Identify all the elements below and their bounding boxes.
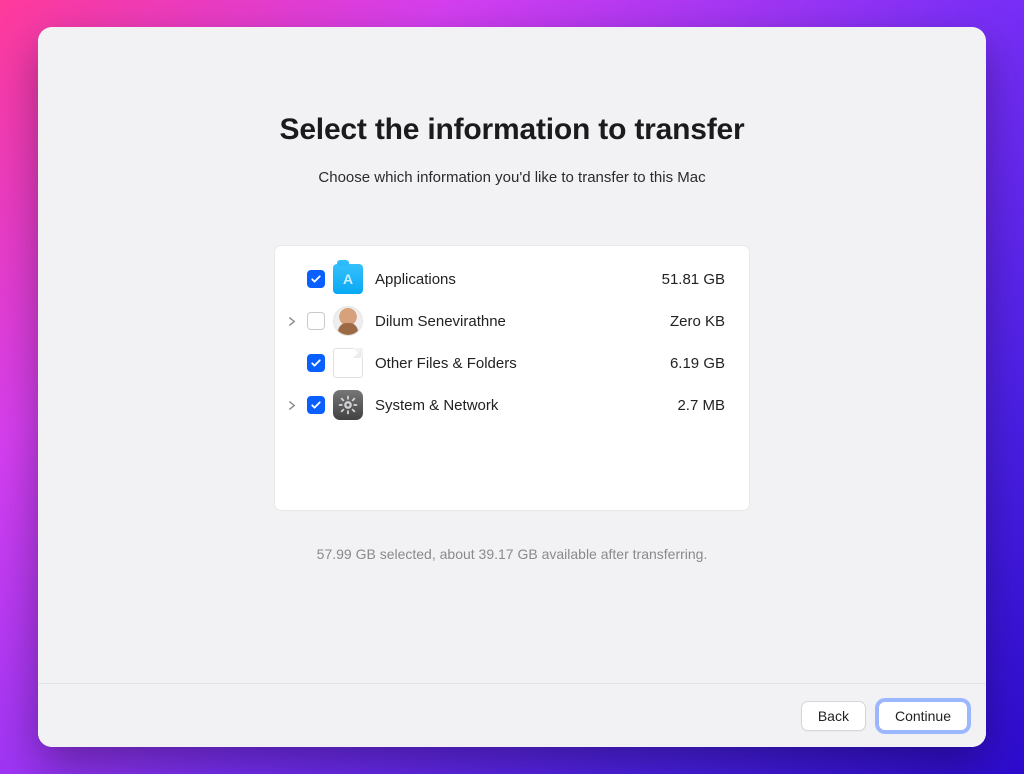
selection-summary: 57.99 GB selected, about 39.17 GB availa… (317, 546, 708, 562)
apps-folder-icon: A (333, 264, 363, 294)
item-size: 6.19 GB (670, 355, 725, 372)
window-content: Select the information to transfer Choos… (38, 27, 986, 683)
system-prefs-icon (333, 390, 363, 420)
transfer-item-row[interactable]: Other Files & Folders 6.19 GB (285, 342, 731, 384)
chevron-right-icon[interactable] (285, 401, 299, 410)
item-size: 51.81 GB (662, 271, 725, 288)
desktop-wallpaper: Select the information to transfer Choos… (0, 0, 1024, 774)
checkbox-applications[interactable] (307, 270, 325, 288)
transfer-item-row[interactable]: Dilum Senevirathne Zero KB (285, 300, 731, 342)
user-avatar-icon (333, 306, 363, 336)
item-size: 2.7 MB (677, 397, 725, 414)
transfer-items-panel: A Applications 51.81 GB Dilum Senevirath… (275, 246, 749, 510)
page-subtitle: Choose which information you'd like to t… (318, 169, 705, 186)
checkbox-system-network[interactable] (307, 396, 325, 414)
item-label: System & Network (375, 397, 498, 414)
page-title: Select the information to transfer (280, 113, 745, 147)
transfer-item-row[interactable]: System & Network 2.7 MB (285, 384, 731, 426)
item-label: Applications (375, 271, 456, 288)
item-size: Zero KB (670, 313, 725, 330)
document-icon (333, 348, 363, 378)
item-label: Dilum Senevirathne (375, 313, 506, 330)
checkbox-user[interactable] (307, 312, 325, 330)
back-button[interactable]: Back (801, 701, 866, 731)
footer-bar: Back Continue (38, 683, 986, 747)
transfer-item-row[interactable]: A Applications 51.81 GB (285, 258, 731, 300)
chevron-right-icon[interactable] (285, 317, 299, 326)
continue-button[interactable]: Continue (878, 701, 968, 731)
item-label: Other Files & Folders (375, 355, 517, 372)
migration-assistant-window: Select the information to transfer Choos… (38, 27, 986, 747)
checkbox-other-files[interactable] (307, 354, 325, 372)
